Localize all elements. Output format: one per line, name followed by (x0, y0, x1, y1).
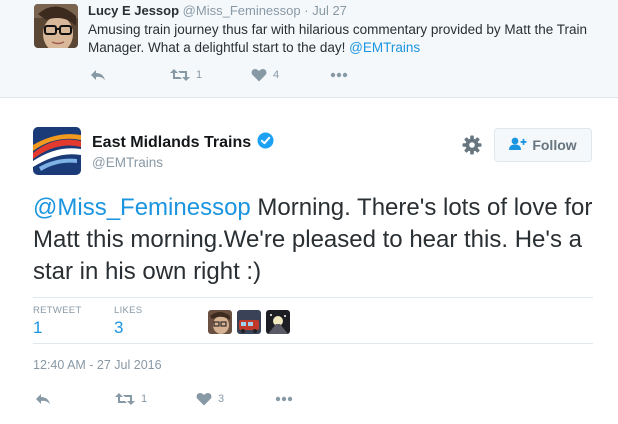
parent-retweet-button[interactable]: 1 (170, 68, 202, 82)
parent-tweet-text: Amusing train journey thus far with hila… (88, 21, 608, 57)
likes-stat-label: LIKES (114, 305, 143, 316)
stats-bottom-divider (33, 343, 593, 344)
main-retweet-button[interactable]: 1 (115, 392, 147, 406)
reply-icon (90, 68, 106, 82)
more-dots-icon (330, 72, 348, 78)
user-actions-button[interactable] (462, 135, 482, 160)
liker-avatars (208, 310, 295, 334)
parent-more-button[interactable] (330, 72, 348, 78)
heart-icon (251, 68, 267, 82)
retweet-stat-label: RETWEET (33, 305, 82, 316)
retweet-icon (115, 392, 135, 406)
tweet-timestamp[interactable]: 12:40 AM - 27 Jul 2016 (33, 358, 162, 372)
gear-icon (462, 135, 482, 159)
emt-avatar[interactable] (33, 127, 81, 175)
liker-avatar[interactable] (266, 310, 290, 334)
add-user-icon (509, 137, 532, 154)
parent-retweet-count: 1 (196, 69, 203, 81)
reply-icon (35, 392, 51, 406)
verified-badge-icon (257, 132, 274, 154)
main-tweet-actions: 1 3 (0, 0, 618, 406)
more-dots-icon (275, 396, 293, 402)
main-mention-link[interactable]: @Miss_Feminessop (33, 194, 251, 221)
main-like-count: 3 (218, 393, 225, 405)
retweet-icon (170, 68, 190, 82)
main-reply-button[interactable] (35, 392, 51, 406)
retweet-stat-count[interactable]: 1 (33, 318, 42, 338)
liker-avatar[interactable] (208, 310, 232, 334)
liker-avatar[interactable] (237, 310, 261, 334)
parent-mention-link[interactable]: @EMTrains (349, 40, 420, 55)
parent-like-button[interactable]: 4 (251, 68, 279, 82)
main-author-handle[interactable]: @EMTrains (92, 155, 163, 170)
main-retweet-count: 1 (141, 393, 148, 405)
parent-reply-button[interactable] (90, 68, 106, 82)
main-tweet-text: @Miss_Feminessop Morning. There's lots o… (33, 192, 593, 288)
parent-tweet-body: Amusing train journey thus far with hila… (88, 22, 587, 55)
main-more-button[interactable] (275, 396, 293, 402)
follow-button[interactable]: Follow (494, 128, 592, 162)
main-like-button[interactable]: 3 (196, 392, 224, 406)
heart-icon (196, 392, 212, 406)
likes-stat-count[interactable]: 3 (114, 318, 123, 338)
parent-like-count: 4 (273, 69, 280, 81)
stats-top-divider (33, 297, 593, 298)
main-author-name-row: East Midlands Trains (92, 132, 274, 154)
main-author-name[interactable]: East Midlands Trains (92, 134, 251, 152)
follow-label: Follow (532, 137, 577, 153)
